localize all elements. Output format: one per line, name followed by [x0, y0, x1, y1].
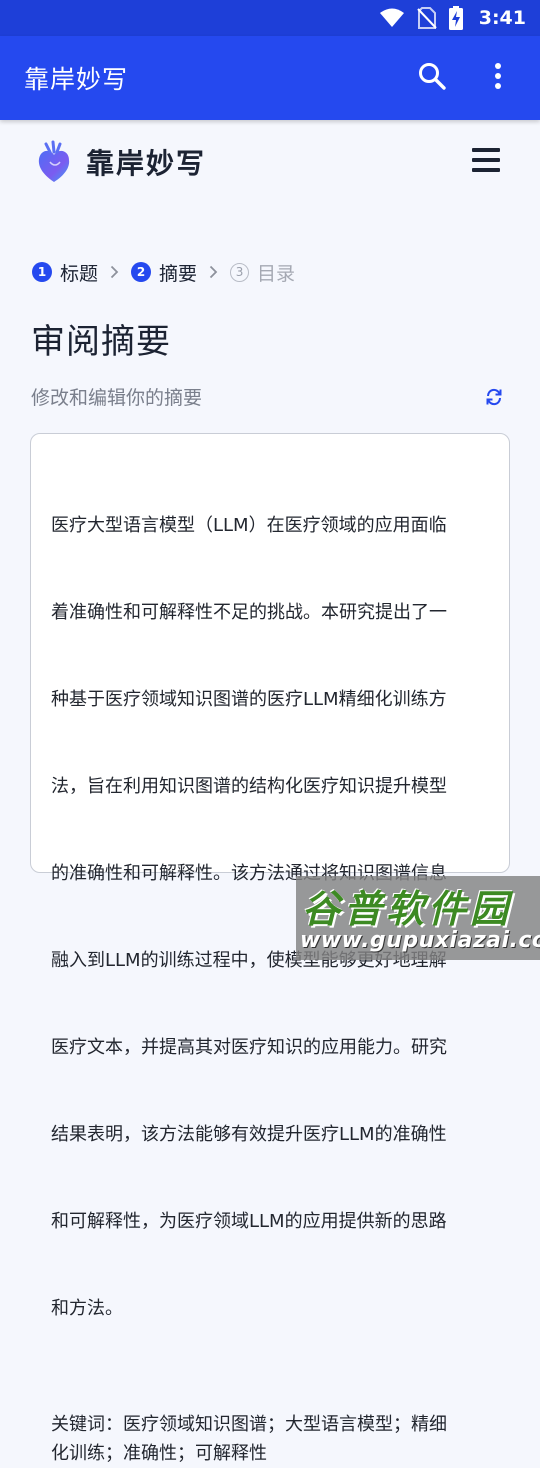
- step-label: 标题: [60, 262, 99, 285]
- watermark: 谷普软件园 www.gupuxiazai.com: [296, 876, 540, 960]
- step-abstract[interactable]: 2 摘要: [131, 259, 197, 286]
- wifi-icon: [379, 8, 405, 28]
- page-subtitle: 修改和编辑你的摘要: [31, 387, 203, 409]
- heart-logo-icon: [36, 140, 72, 184]
- step-toc[interactable]: 3 目录: [230, 259, 295, 286]
- hamburger-menu-button[interactable]: [466, 142, 506, 182]
- abstract-line: 种基于医疗领域知识图谱的医疗LLM精细化训练方: [51, 689, 447, 710]
- app-bar-title: 靠岸妙写: [24, 65, 129, 94]
- keywords-line: 关键词：医疗领域知识图谱；大型语言模型；精细: [51, 1414, 447, 1435]
- watermark-url: www.gupuxiazai.com: [300, 928, 540, 953]
- chevron-right-icon: [209, 265, 218, 279]
- watermark-title: 谷普软件园: [302, 887, 513, 931]
- status-bar: 3:41: [0, 0, 540, 36]
- keywords-line: 化训练；准确性；可解释性: [51, 1443, 267, 1464]
- chevron-right-icon: [110, 265, 119, 279]
- brand-row: 靠岸妙写: [36, 138, 506, 186]
- abstract-line: 和可解释性，为医疗领域LLM的应用提供新的思路: [51, 1211, 447, 1232]
- step-label: 目录: [257, 262, 296, 285]
- step-title[interactable]: 1 标题: [32, 259, 98, 286]
- step-number: 2: [131, 262, 152, 282]
- abstract-line: 和方法。: [51, 1298, 123, 1319]
- search-button[interactable]: [404, 50, 460, 106]
- refresh-icon: [485, 387, 503, 411]
- abstract-line: 医疗大型语言模型（LLM）在医疗领域的应用面临: [51, 515, 447, 536]
- abstract-editor[interactable]: 医疗大型语言模型（LLM）在医疗领域的应用面临 着准确性和可解释性不足的挑战。本…: [30, 433, 510, 1464]
- abstract-line: 法，旨在利用知识图谱的结构化医疗知识提升模型: [51, 776, 447, 797]
- brand-name: 靠岸妙写: [86, 147, 207, 180]
- status-time: 3:41: [478, 7, 526, 29]
- page-title: 审阅摘要: [31, 322, 171, 362]
- more-vert-icon: [494, 62, 502, 94]
- hamburger-menu-icon: [472, 147, 500, 177]
- app-bar: 靠岸妙写: [0, 36, 540, 120]
- no-sim-icon: [417, 7, 437, 29]
- abstract-line: 结果表明，该方法能够有效提升医疗LLM的准确性: [51, 1124, 447, 1145]
- step-indicator: 1 标题 2 摘要 3 目录: [32, 258, 295, 286]
- refresh-button[interactable]: [482, 387, 506, 411]
- step-label: 摘要: [159, 262, 198, 285]
- keywords-text: 关键词：医疗领域知识图谱；大型语言模型；精细 化训练；准确性；可解释性: [51, 1410, 487, 1468]
- battery-charging-icon: [448, 6, 463, 30]
- step-number: 3: [230, 262, 250, 282]
- step-number: 1: [32, 262, 52, 282]
- more-options-button[interactable]: [470, 50, 526, 106]
- abstract-line: 着准确性和可解释性不足的挑战。本研究提出了一: [51, 602, 447, 623]
- abstract-line: 医疗文本，并提高其对医疗知识的应用能力。研究: [51, 1037, 447, 1058]
- search-icon: [417, 61, 447, 95]
